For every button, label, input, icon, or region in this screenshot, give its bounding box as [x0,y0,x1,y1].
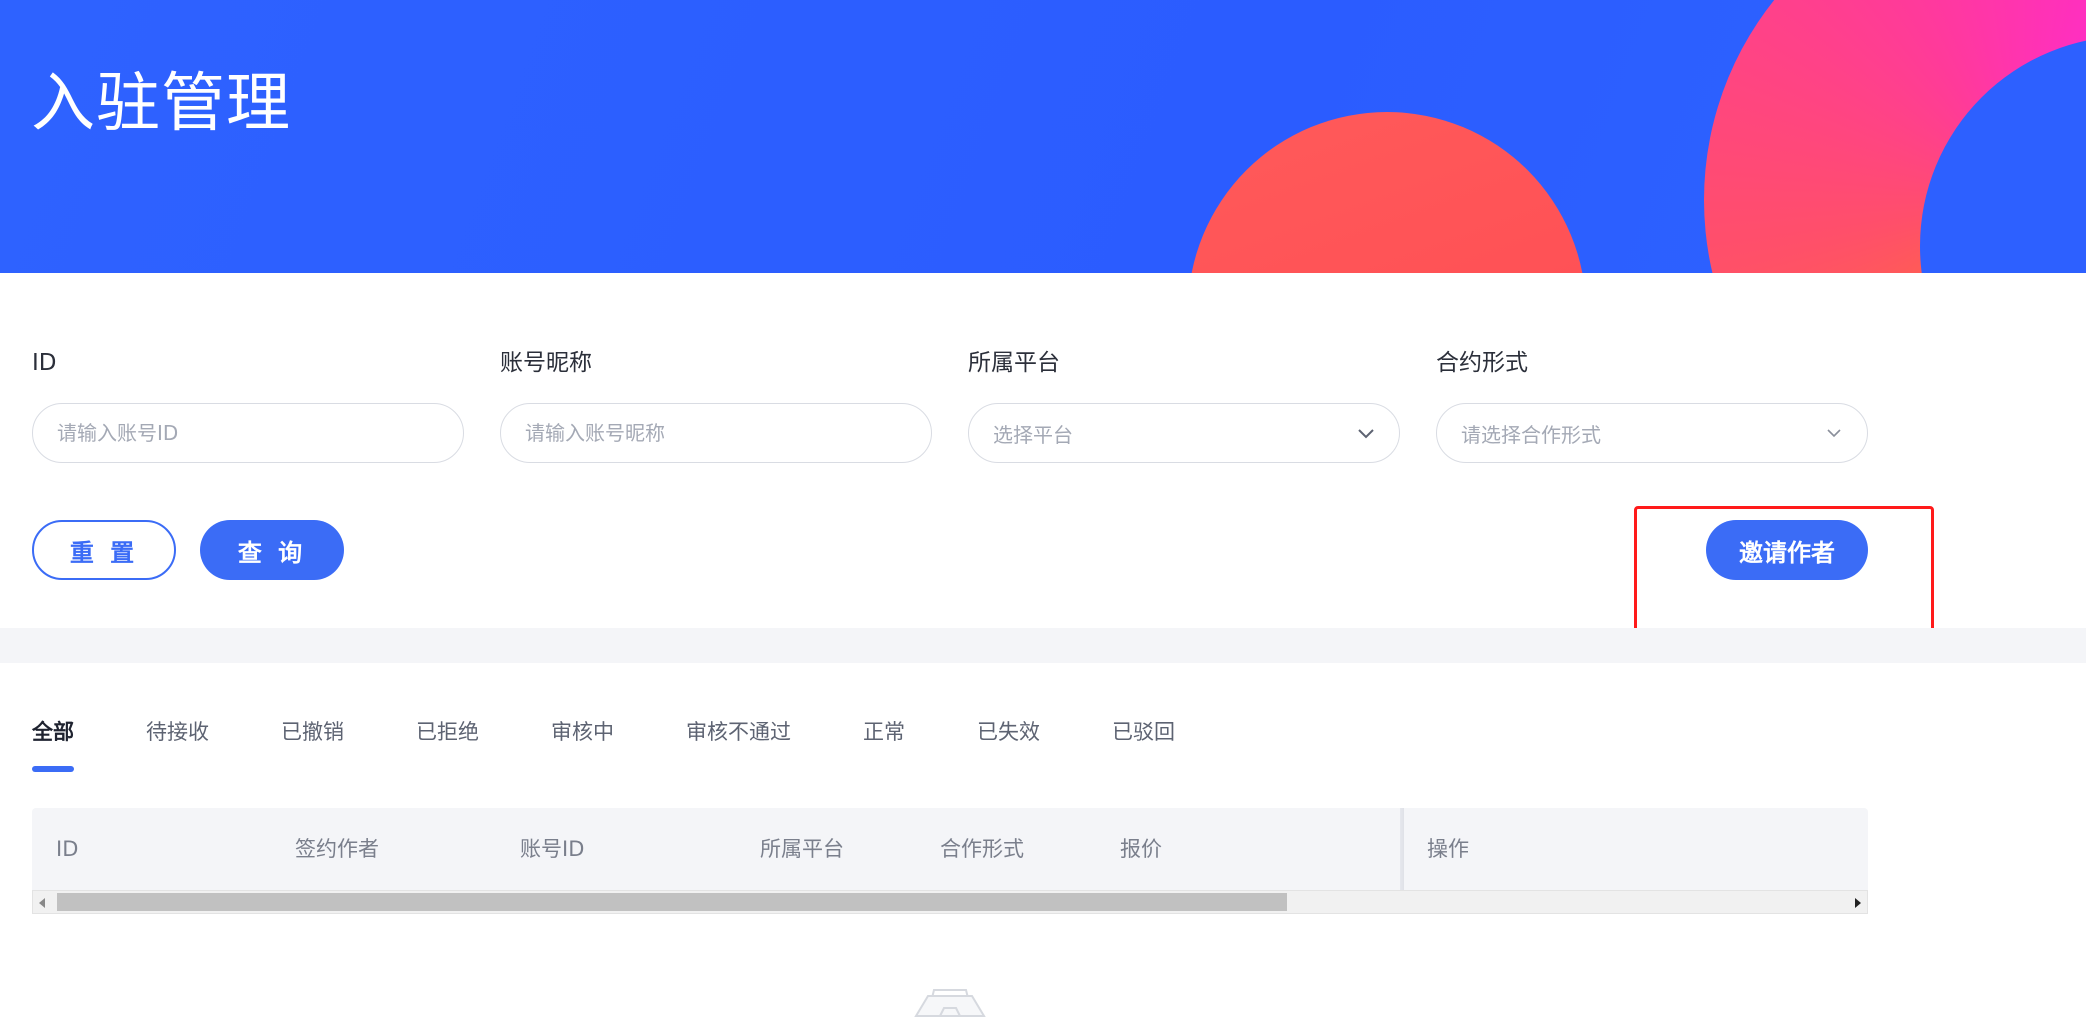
tab-reviewing[interactable]: 审核中 [551,716,614,746]
filter-nickname-box[interactable] [500,403,932,463]
filter-contract-label: 合约形式 [1436,350,1528,376]
header-banner: 入驻管理 [0,0,2086,273]
scroll-left-icon[interactable] [39,898,45,908]
platform-select[interactable]: 选择平台 [968,403,1400,463]
filter-contract: 合约形式 请选择合作形式 [1436,347,1868,463]
contract-select[interactable]: 请选择合作形式 [1436,403,1868,463]
tab-all[interactable]: 全部 [32,716,74,746]
fixed-column-shadow [1400,808,1404,890]
tab-review-failed[interactable]: 审核不通过 [686,716,791,746]
reset-button[interactable]: 重 置 [32,520,176,580]
column-header-actions: 操作 [1427,837,1469,861]
scroll-right-icon[interactable] [1855,898,1861,908]
nickname-input[interactable] [525,421,907,445]
filter-platform: 所属平台 选择平台 [968,347,1400,463]
empty-box-icon [914,986,986,1017]
filter-nickname-label: 账号昵称 [500,350,592,376]
column-header-account-id: 账号ID [520,837,585,861]
tab-revoked[interactable]: 已撤销 [281,716,344,746]
platform-select-placeholder: 选择平台 [993,422,1073,447]
id-input[interactable] [57,421,439,445]
column-header-price: 报价 [1120,837,1162,861]
tab-rejected[interactable]: 已拒绝 [416,716,479,746]
page: 入驻管理 ID 账号昵称 所属平台 选择平台 合约形式 [0,0,2086,1017]
page-title: 入驻管理 [31,67,291,141]
filter-platform-label: 所属平台 [968,350,1060,376]
tab-returned[interactable]: 已驳回 [1112,716,1175,746]
tab-pending[interactable]: 待接收 [146,716,209,746]
highlight-annotation-box [1634,506,1934,634]
column-header-platform: 所属平台 [760,837,844,861]
chevron-down-icon [1825,424,1843,442]
contract-select-placeholder: 请选择合作形式 [1461,422,1601,447]
banner-decoration-circle [1188,112,1586,273]
column-header-cooperation: 合作形式 [940,837,1024,861]
section-divider [0,628,2086,663]
author-table-header: ID 签约作者 账号ID 所属平台 合作形式 报价 操作 [32,808,1868,890]
tab-expired[interactable]: 已失效 [977,716,1040,746]
filter-id-box[interactable] [32,403,464,463]
filter-id-label: ID [32,350,57,376]
filter-id: ID [32,347,464,463]
tab-active-indicator [32,766,74,772]
tab-normal[interactable]: 正常 [863,716,905,746]
chevron-down-icon [1357,424,1375,442]
column-header-author: 签约作者 [295,837,379,861]
scrollbar-thumb[interactable] [57,893,1287,911]
filter-nickname: 账号昵称 [500,347,932,463]
query-button[interactable]: 查 询 [200,520,344,580]
column-header-id: ID [56,837,79,861]
horizontal-scrollbar[interactable] [32,890,1868,914]
